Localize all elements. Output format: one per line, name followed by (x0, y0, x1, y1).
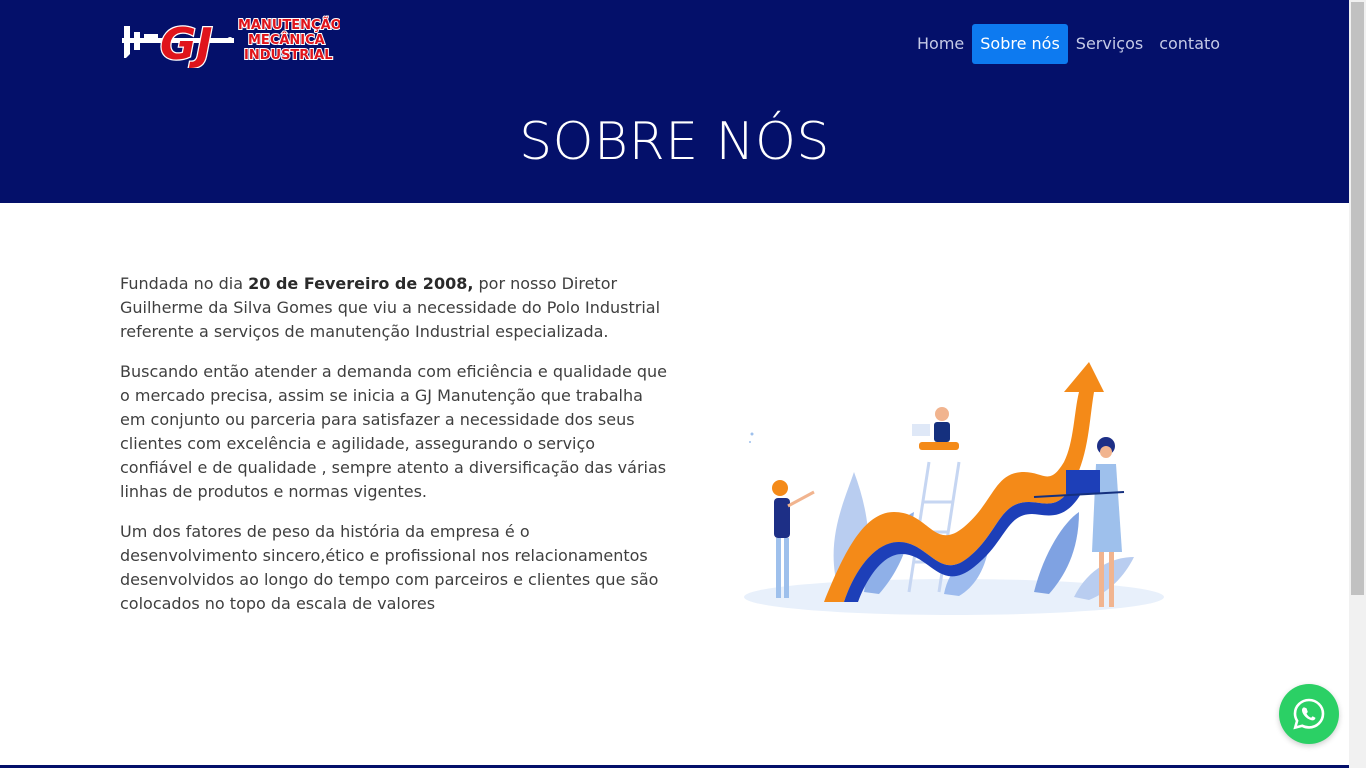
page: GJ MANUTENÇÃO MECÂNICA INDUSTRIAL Home S… (0, 0, 1349, 768)
page-title: SOBRE NÓS (519, 112, 830, 172)
svg-text:GJ: GJ (160, 19, 213, 68)
about-paragraph-3: Um dos fatores de peso da história da em… (120, 522, 659, 613)
logo-line-3: INDUSTRIAL (244, 48, 333, 63)
site-header: GJ MANUTENÇÃO MECÂNICA INDUSTRIAL Home S… (0, 0, 1349, 203)
growth-illustration (744, 362, 1164, 615)
scrollbar-thumb[interactable] (1351, 2, 1364, 595)
vertical-scrollbar[interactable] (1349, 0, 1366, 768)
nav-contato[interactable]: contato (1151, 24, 1228, 64)
whatsapp-icon (1293, 698, 1325, 730)
nav-home[interactable]: Home (909, 24, 972, 64)
about-text: Fundada no dia 20 de Fevereiro de 2008, … (120, 272, 668, 632)
logo-line-2: MECÂNICA (248, 32, 325, 48)
logo-line-1: MANUTENÇÃO (238, 17, 340, 33)
nav-sobre-nos[interactable]: Sobre nós (972, 24, 1068, 64)
site-logo[interactable]: GJ MANUTENÇÃO MECÂNICA INDUSTRIAL (118, 12, 343, 71)
about-paragraph-1: Fundada no dia 20 de Fevereiro de 2008, … (120, 274, 661, 341)
nav-servicos[interactable]: Serviços (1068, 24, 1151, 64)
gj-logo-icon: GJ MANUTENÇÃO MECÂNICA INDUSTRIAL (122, 16, 343, 71)
whatsapp-button[interactable] (1279, 684, 1339, 744)
main-nav: Home Sobre nós Serviços contato (909, 24, 1228, 64)
about-paragraph-2: Buscando então atender a demanda com efi… (120, 362, 668, 501)
